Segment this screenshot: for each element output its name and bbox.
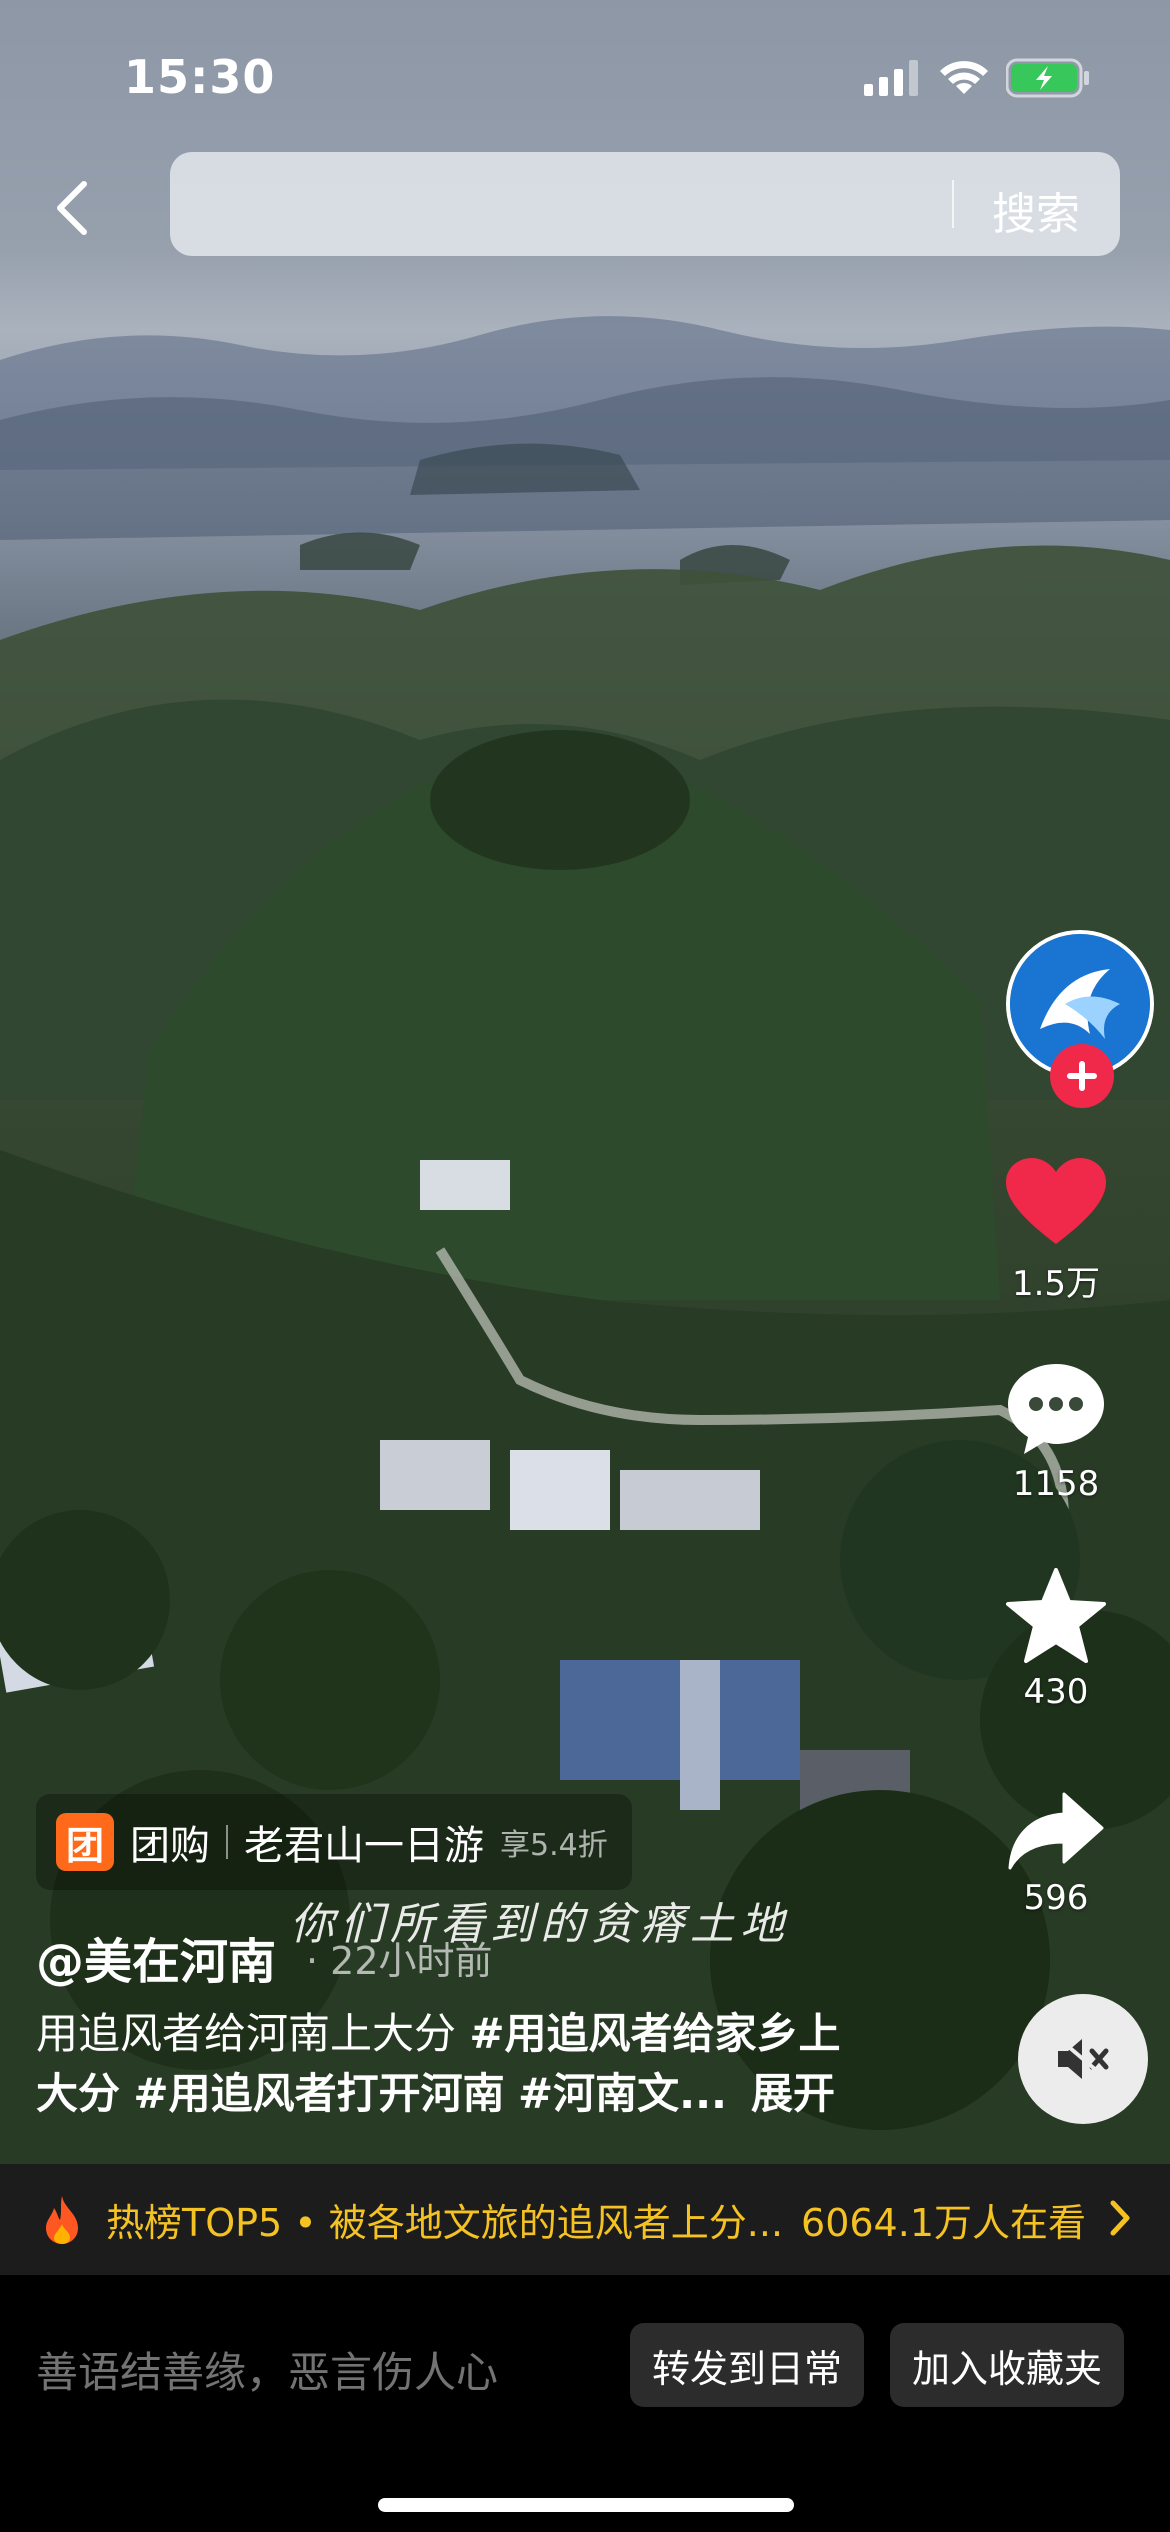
star-icon bbox=[1006, 1568, 1106, 1663]
battery-charging-icon bbox=[1006, 58, 1089, 98]
expand-button[interactable]: 展开 bbox=[751, 2069, 835, 2118]
wifi-icon bbox=[940, 61, 988, 94]
comment-button[interactable]: 1158 bbox=[958, 1362, 1154, 1504]
hot-list-views: 6064.1万人在看 bbox=[801, 2201, 1086, 2245]
add-to-favorites-button[interactable]: 加入收藏夹 bbox=[890, 2323, 1125, 2407]
hashtag[interactable]: #河南文... bbox=[518, 2069, 727, 2118]
hot-list-bar[interactable]: 热榜TOP5 • 被各地文旅的追风者上分... 6064.1万人在看 bbox=[0, 2164, 1170, 2275]
chevron-right-icon bbox=[1110, 2200, 1130, 2236]
like-count: 1.5万 bbox=[1011, 1264, 1101, 1304]
group-buy-icon: 团 bbox=[56, 1813, 114, 1871]
like-button[interactable]: 1.5万 bbox=[958, 1158, 1154, 1305]
share-count: 596 bbox=[1023, 1878, 1089, 1918]
group-buy-label: 团购 bbox=[130, 1823, 210, 1869]
signal-icon bbox=[864, 60, 918, 96]
hashtag[interactable]: #用追风者给家乡上 bbox=[469, 2009, 840, 2058]
status-time: 15:30 bbox=[124, 50, 276, 104]
share-button[interactable]: 596 bbox=[958, 1790, 1154, 1918]
group-buy-chip[interactable]: 团 团购 老君山一日游 享5.4折 bbox=[36, 1794, 632, 1890]
description-text: 用追风者给河南上大分 bbox=[36, 2009, 470, 2058]
post-time: · 22小时前 bbox=[306, 1939, 493, 1983]
heart-icon bbox=[1006, 1158, 1106, 1244]
author-name[interactable]: @美在河南 bbox=[36, 1922, 276, 1992]
hashtag[interactable]: #用追风者打开河南 bbox=[133, 2069, 504, 2118]
chevron-left-icon bbox=[57, 181, 87, 235]
back-button[interactable] bbox=[40, 168, 104, 248]
comment-input[interactable]: 善语结善缘，恶言伤人心 bbox=[36, 2339, 498, 2400]
hashtag[interactable]: 大分 bbox=[36, 2069, 120, 2118]
search-input[interactable]: 搜索 bbox=[170, 152, 1120, 256]
search-button[interactable]: 搜索 bbox=[992, 178, 1080, 242]
bottom-bar: 善语结善缘，恶言伤人心 转发到日常 加入收藏夹 bbox=[0, 2275, 1170, 2532]
comment-count: 1158 bbox=[1012, 1464, 1100, 1504]
speaker-muted-icon bbox=[1054, 2034, 1112, 2084]
favorite-button[interactable]: 430 bbox=[958, 1568, 1154, 1712]
post-description[interactable]: 用追风者给河南上大分 #用追风者给家乡上大分 #用追风者打开河南 #河南文...… bbox=[36, 2004, 916, 2124]
share-to-daily-button[interactable]: 转发到日常 bbox=[630, 2323, 865, 2407]
status-icons bbox=[864, 55, 1090, 101]
author-avatar-button[interactable] bbox=[1006, 930, 1154, 1110]
home-indicator[interactable] bbox=[378, 2498, 794, 2512]
plus-icon bbox=[1067, 1061, 1097, 1091]
share-icon bbox=[1008, 1792, 1104, 1870]
hot-list-text: 热榜TOP5 • 被各地文旅的追风者上分... bbox=[106, 2201, 784, 2245]
group-buy-title: 老君山一日游 bbox=[244, 1823, 484, 1869]
follow-button[interactable] bbox=[1050, 1044, 1114, 1108]
group-buy-divider bbox=[226, 1825, 228, 1859]
search-divider bbox=[952, 180, 954, 228]
comment-icon bbox=[1008, 1364, 1104, 1454]
flame-icon bbox=[46, 2195, 78, 2244]
mute-button[interactable] bbox=[1018, 1994, 1148, 2124]
group-buy-discount: 享5.4折 bbox=[500, 1828, 608, 1863]
favorite-count: 430 bbox=[1023, 1672, 1089, 1712]
